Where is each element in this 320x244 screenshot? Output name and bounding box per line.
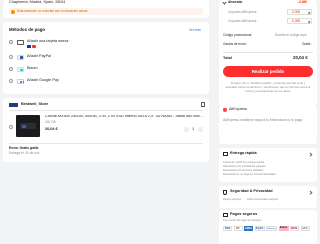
radio-button[interactable] xyxy=(9,67,13,71)
product-price: 20,04 € xyxy=(45,127,58,131)
maestro-logo-icon: Maestro xyxy=(266,226,277,231)
coupon-value-box[interactable]: -0,00€ xyxy=(287,18,312,24)
truck-icon xyxy=(223,152,228,156)
mastercard-logo-icon: MC xyxy=(233,226,243,231)
place-order-button[interactable]: Realizar pedido xyxy=(223,66,313,77)
radio-button[interactable] xyxy=(9,55,13,59)
coupon-value-box[interactable]: -3,00€ xyxy=(287,9,312,15)
store-name[interactable]: Bestwell_Store xyxy=(21,102,48,107)
chevron-down-icon[interactable] xyxy=(222,0,227,5)
chevron-right-icon[interactable] xyxy=(308,151,313,156)
visa-mini-icon xyxy=(27,45,31,48)
payment-method-paypal-row[interactable]: Añadir PayPal xyxy=(9,54,199,62)
store-divider xyxy=(9,110,203,111)
edit-note-icon[interactable] xyxy=(201,102,205,107)
shipping-cost-value: Gratis xyxy=(302,42,311,46)
fast-delivery-details: Cupón de 1,00€ por entrega tardía Reembo… xyxy=(223,161,313,177)
secure-payments-line: Con socios de pago de prestigio xyxy=(223,219,262,222)
order-disclaimer: Al hacer clic en "Realizar pedido", conf… xyxy=(225,81,311,94)
coupon-value: -3,00€ xyxy=(291,10,301,15)
product-image[interactable] xyxy=(16,115,40,137)
aliexpress-secure-text: AliExpress mantiene segura tu informació… xyxy=(223,118,303,122)
payment-see-more-link[interactable]: Ver más xyxy=(189,28,201,32)
security-privacy-card: Seguridad & Privacidad Pagos seguros Dat… xyxy=(219,186,317,208)
payment-method-card-row[interactable]: Añadir una tarjeta nueva xyxy=(9,39,199,48)
quantity-increase-button[interactable] xyxy=(198,127,203,132)
chevron-right-icon xyxy=(307,11,311,14)
bizum-icon xyxy=(17,66,24,72)
address-warning-banner: Esta dirección no coincide con tu ubicac… xyxy=(9,8,203,15)
product-checkbox[interactable] xyxy=(9,125,13,129)
payment-method-label: Añadir una tarjeta nueva xyxy=(27,39,69,43)
payment-method-bizum-row[interactable]: Bizum xyxy=(9,66,199,74)
secure-payments-card: Pagos seguros Con socios de pago de pres… xyxy=(219,210,317,244)
card-icon xyxy=(223,213,228,217)
delivery-estimate: Entrega el: 30 de nov. xyxy=(9,150,40,155)
google-pay-logo-icon: GPay xyxy=(300,226,310,231)
secure-payments-title: Pagos seguros xyxy=(230,212,258,216)
google-pay-icon xyxy=(17,78,24,84)
place-order-button-label: Realizar pedido xyxy=(251,69,285,74)
payment-method-googlepay-row[interactable]: Añadir Google Pay xyxy=(9,78,199,86)
chevron-right-icon xyxy=(307,20,311,23)
fast-delivery-card: Entrega rápida Cupón de 1,00€ por entreg… xyxy=(219,148,317,182)
radio-button[interactable] xyxy=(9,40,13,44)
payment-methods-card: Métodos de pago Ver más Añadir una tarje… xyxy=(3,22,209,94)
address-line: Chapinería, Madrid, Spain, 28011 xyxy=(9,0,66,4)
coupon-label: Cupones AliExpress xyxy=(228,10,257,14)
order-summary-card: Ahorrado -3,00€ Cupones AliExpress -3,00… xyxy=(219,0,317,106)
quantity-value[interactable]: 1 xyxy=(192,127,194,132)
payment-method-label: Añadir PayPal xyxy=(27,54,52,58)
total-label: Total xyxy=(223,56,232,60)
summary-divider xyxy=(223,52,313,53)
security-line: Datos personales seguros xyxy=(247,198,279,201)
fast-delivery-line: Reembolso si no llega en 15 días laborab… xyxy=(223,173,276,176)
payment-method-label: Añadir Google Pay xyxy=(27,78,59,82)
promo-code-input[interactable]: Escribe el código aquí xyxy=(275,33,306,37)
shield-icon xyxy=(223,190,227,195)
amex-logo-icon: AMEX xyxy=(244,226,253,231)
fast-delivery-title: Entrega rápida xyxy=(230,151,257,155)
paypal-logo-icon: PayPal xyxy=(254,226,265,231)
discount-value: -3,00€ xyxy=(298,0,308,4)
security-privacy-title: Seguridad & Privacidad xyxy=(230,189,273,193)
aliexpress-logo-icon xyxy=(223,108,227,112)
security-line: Pagos seguros xyxy=(223,198,241,201)
klarna-logo-icon: Klarna xyxy=(278,226,289,231)
coupon-label: Cupones AliExpress xyxy=(228,19,257,23)
aliexpress-secure-card: AliExpress AliExpress mantiene segura tu… xyxy=(219,106,317,144)
quantity-decrease-button[interactable] xyxy=(184,127,189,132)
promo-code-label: Código promocional xyxy=(223,33,252,37)
coupon-value: -0,00€ xyxy=(291,19,301,24)
payment-methods-title: Métodos de pago xyxy=(9,27,46,32)
aliexpress-brand: AliExpress xyxy=(229,107,247,111)
shipping-option[interactable]: Envío: Gratis gratis xyxy=(9,146,38,150)
visa-logo-icon: VISA xyxy=(223,226,232,231)
total-value: 20,04 € xyxy=(293,55,308,60)
discount-label[interactable]: Ahorrado xyxy=(228,0,242,4)
store-logo-icon xyxy=(9,103,18,107)
address-card: Chapinería, Madrid, Spain, 28011 Esta di… xyxy=(3,0,209,18)
address-warning-text: Esta dirección no coincide con tu ubicac… xyxy=(17,9,88,13)
warning-icon xyxy=(11,9,15,14)
product-variant[interactable]: 240 GB xyxy=(45,120,56,124)
radio-button[interactable] xyxy=(9,79,13,83)
payment-method-label: Bizum xyxy=(27,66,38,70)
store-card: Bestwell_Store Crucial MX500 240GB, 500G… xyxy=(3,98,209,162)
ideal-logo-icon: iDEAL xyxy=(290,226,299,231)
card-icon xyxy=(17,39,24,45)
product-title[interactable]: Crucial MX500 240GB, 500GB, 1TB, 2TB SSD… xyxy=(45,115,205,119)
paypal-icon xyxy=(17,54,24,60)
chevron-right-icon[interactable] xyxy=(308,189,313,194)
payment-logos-row: VISA MC AMEX PayPal Maestro Klarna iDEAL… xyxy=(223,226,315,231)
mastercard-mini-icon xyxy=(32,45,36,48)
product-divider xyxy=(9,143,203,144)
shipping-cost-label: Gastos de envío xyxy=(223,42,247,46)
